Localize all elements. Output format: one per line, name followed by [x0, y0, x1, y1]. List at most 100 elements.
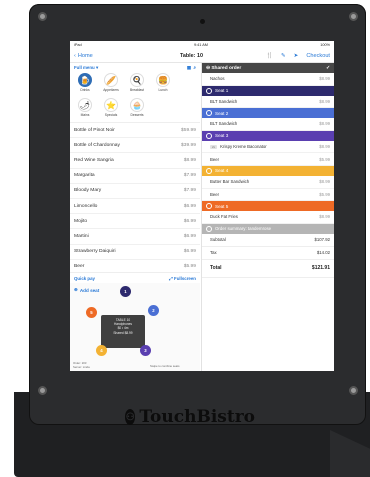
menu-item[interactable]: Bloody Mary $7.99: [70, 184, 200, 199]
order-item-name-wrap: 2x Krispy Kreme Baconator: [210, 144, 267, 150]
order-item-name: Krispy Kreme Baconator: [220, 144, 267, 150]
order-item[interactable]: 2x Krispy Kreme Baconator $8.99: [202, 141, 334, 154]
checkmark-icon[interactable]: ✓: [326, 66, 330, 71]
menu-item[interactable]: Bottle of Chardonnay $39.99: [70, 138, 200, 154]
screw-icon: [349, 12, 358, 21]
seat-header-seat-4[interactable]: Seat 4: [202, 165, 334, 176]
grid-icon[interactable]: ▦: [187, 65, 191, 70]
bread-icon: 🥖: [104, 73, 118, 87]
send-icon[interactable]: ➤: [294, 53, 299, 59]
seat-title: Seat 4: [215, 168, 229, 174]
order-item-price: $8.99: [319, 214, 330, 220]
menu-item[interactable]: Margarita $7.99: [70, 169, 200, 184]
total-row: Total $121.91: [202, 260, 334, 278]
order-item[interactable]: Duck Fat Fries $8.99: [202, 211, 334, 224]
checkout-button[interactable]: Checkout: [306, 53, 330, 59]
seat-bubble-1[interactable]: 1: [120, 286, 131, 297]
seat-title: Seat 1: [215, 88, 229, 94]
order-item-price: $8.99: [319, 76, 330, 82]
seat-header-seat-2[interactable]: Seat 2: [202, 108, 334, 119]
category-mains[interactable]: 🌶 Mains: [73, 98, 97, 121]
category-desserts[interactable]: 🧁 Desserts: [125, 98, 149, 121]
order-item-name-wrap: BLT Sandwich: [210, 99, 237, 104]
order-item-name: Duck Fat Fries: [210, 214, 238, 220]
seat-header-seat-5[interactable]: Seat 5: [202, 201, 334, 212]
seat-header-seat-1[interactable]: Seat 1: [202, 85, 334, 96]
order-item-name: Butter Bar Sandwich: [210, 179, 250, 185]
order-summary-header[interactable]: Order summary: tandemrose: [202, 223, 334, 234]
seat-title: Seat 2: [215, 110, 229, 116]
category-drinks[interactable]: 🍺 Drinks: [73, 73, 97, 96]
order-item[interactable]: Beer $5.99: [202, 153, 334, 166]
category-appetizers[interactable]: 🥖 Appetizers: [99, 73, 123, 96]
full-menu-label: Full menu: [74, 65, 95, 70]
seat-icon: [206, 132, 212, 139]
seat-bubble-4[interactable]: 4: [96, 345, 107, 356]
category-label: Appetizers: [103, 88, 119, 92]
category-breakfast[interactable]: 🍳 Breakfast: [125, 73, 149, 96]
menu-item-price: $7.99: [183, 173, 196, 179]
search-icon[interactable]: ⌕: [194, 65, 196, 70]
camera-icon: [200, 19, 205, 24]
fullscreen-button[interactable]: ⤢ Fullscreen: [169, 276, 196, 281]
tax-value: $14.02: [316, 250, 330, 256]
add-seat-label: Add seat: [79, 287, 100, 293]
status-bar: iPad 9:41 AM 100%: [70, 41, 334, 49]
tablet-stand: ⚇ TouchBistro iPad 9:41 AM 100% ‹ Home T…: [0, 0, 370, 477]
menu-item-price: $8.99: [183, 157, 196, 163]
menu-item[interactable]: Limoncello $6.99: [70, 199, 200, 215]
seat-bubble-5[interactable]: 5: [86, 307, 97, 318]
order-item-price: $5.99: [319, 156, 330, 162]
menu-item[interactable]: Mojito $6.99: [70, 214, 200, 230]
category-label: Desserts: [130, 113, 144, 117]
menu-item-list: Bottle of Pinot Noir $59.99 Bottle of Char…: [70, 122, 200, 275]
menu-item-name: Margarita: [74, 173, 95, 179]
order-item-price: $8.99: [319, 144, 330, 150]
category-specials[interactable]: ⭐ Specials: [99, 98, 123, 121]
order-item[interactable]: BLT Sandwich $8.99: [202, 96, 334, 109]
full-menu-dropdown[interactable]: Full menu ▾: [74, 65, 98, 71]
menu-item-name: Mojito: [74, 218, 88, 224]
menu-item-price: $6.99: [183, 203, 196, 209]
category-label: Drinks: [80, 88, 90, 92]
quick-pay-button[interactable]: Quick pay: [74, 276, 95, 281]
seat-icon: [206, 110, 212, 117]
fork-knife-icon[interactable]: 🍴: [266, 53, 273, 59]
shared-order-title: Shared order: [211, 65, 242, 71]
order-item-price: $8.99: [319, 98, 330, 104]
table-card[interactable]: TABLE 10 Handphones $0 • 4m Shared $8.99: [101, 315, 145, 348]
shared-order-header[interactable]: ⊖ Shared order ✓: [202, 63, 334, 73]
order-item[interactable]: Butter Bar Sandwich $8.99: [202, 176, 334, 189]
menu-item-price: $59.99: [181, 127, 196, 133]
menu-item[interactable]: Red Wine Sangria $8.99: [70, 153, 200, 169]
seat-bubble-3[interactable]: 3: [140, 345, 151, 356]
order-item[interactable]: Nachos $8.99: [202, 73, 334, 86]
seat-icon: [206, 87, 212, 94]
brand-logo: ⚇ TouchBistro: [125, 405, 255, 429]
total-label: Total: [210, 265, 222, 272]
home-back-button[interactable]: ‹ Home: [74, 53, 93, 59]
seat-bubble-2[interactable]: 2: [148, 305, 159, 316]
order-item[interactable]: Beer $5.99: [202, 189, 334, 202]
category-lunch[interactable]: 🍔 Lunch: [151, 73, 175, 96]
quick-bar: Quick pay ⤢ Fullscreen: [70, 272, 200, 283]
seat-icon: [206, 167, 212, 174]
order-panel: ⊖ Shared order ✓ Nachos $8.99 Seat 1 BLT Sand…: [201, 63, 334, 371]
summary-icon: [206, 225, 212, 232]
tax-row: Tax $14.02: [202, 247, 334, 260]
battery-label: 100%: [320, 43, 330, 47]
pencil-icon[interactable]: ✎: [281, 53, 286, 59]
cupcake-icon: 🧁: [130, 98, 144, 112]
category-label: Breakfast: [130, 88, 144, 92]
add-seat-button[interactable]: ⊕ Add seat: [74, 287, 99, 293]
plus-circle-icon: ⊕: [74, 287, 78, 292]
order-item-name-wrap: Beer: [210, 192, 219, 197]
menu-item[interactable]: Martini $6.99: [70, 229, 200, 245]
order-item[interactable]: BLT Sandwich $8.99: [202, 118, 334, 131]
carrier-label: iPad: [74, 43, 82, 47]
menu-item[interactable]: Strawberry Daiquiri $6.99: [70, 245, 200, 260]
menu-item-price: $5.99: [183, 264, 196, 270]
touchbistro-logo-icon: ⚇: [125, 409, 136, 425]
menu-item[interactable]: Bottle of Pinot Noir $59.99: [70, 123, 200, 139]
seat-header-seat-3[interactable]: Seat 3: [202, 130, 334, 141]
